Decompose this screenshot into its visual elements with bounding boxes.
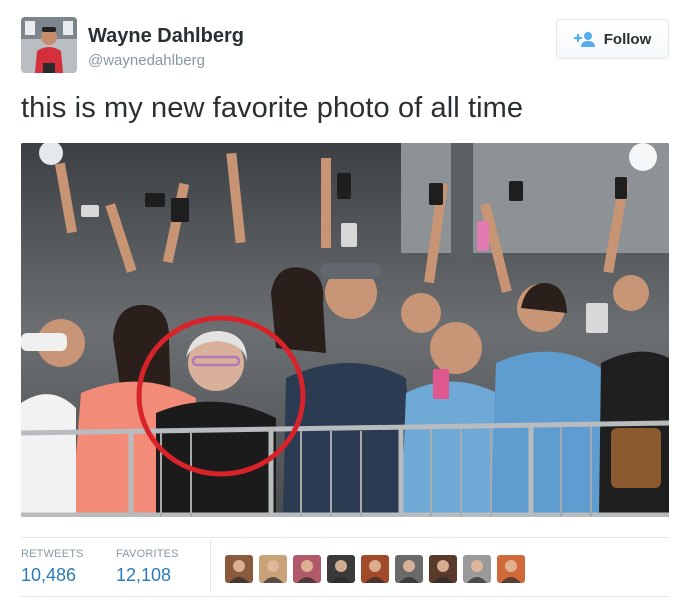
favoriter-avatar-4[interactable]	[327, 555, 355, 583]
favoriter-avatar-7[interactable]	[429, 555, 457, 583]
avatar-photo-icon	[21, 17, 77, 73]
favoriter-avatar-9[interactable]	[497, 555, 525, 583]
stats-divider-top	[21, 537, 669, 538]
add-person-icon	[573, 32, 595, 47]
favorites-stat[interactable]: FAVORITES 12,108	[116, 548, 179, 586]
retweets-stat[interactable]: RETWEETS 10,486	[21, 548, 84, 586]
tweet-photo[interactable]	[21, 143, 669, 517]
crowd-photo-image	[21, 143, 669, 517]
user-avatar[interactable]	[21, 17, 77, 73]
favoriter-avatar-1[interactable]	[225, 555, 253, 583]
follow-button[interactable]: Follow	[556, 19, 669, 59]
retweets-label: RETWEETS	[21, 548, 84, 560]
favoriter-avatars	[225, 555, 525, 583]
stats-divider-bottom	[21, 596, 669, 597]
favoriter-avatar-6[interactable]	[395, 555, 423, 583]
follow-label: Follow	[603, 30, 652, 48]
display-name[interactable]: Wayne Dahlberg	[88, 25, 244, 48]
favoriter-avatar-3[interactable]	[293, 555, 321, 583]
favoriter-avatar-5[interactable]	[361, 555, 389, 583]
stats-separator	[210, 541, 211, 593]
favorites-label: FAVORITES	[116, 548, 179, 560]
favoriter-avatar-2[interactable]	[259, 555, 287, 583]
favoriter-avatar-8[interactable]	[463, 555, 491, 583]
retweets-count[interactable]: 10,486	[21, 565, 84, 586]
screen-name[interactable]: @waynedahlberg	[88, 52, 205, 69]
tweet-text: this is my new favorite photo of all tim…	[21, 92, 524, 124]
favorites-count[interactable]: 12,108	[116, 565, 179, 586]
